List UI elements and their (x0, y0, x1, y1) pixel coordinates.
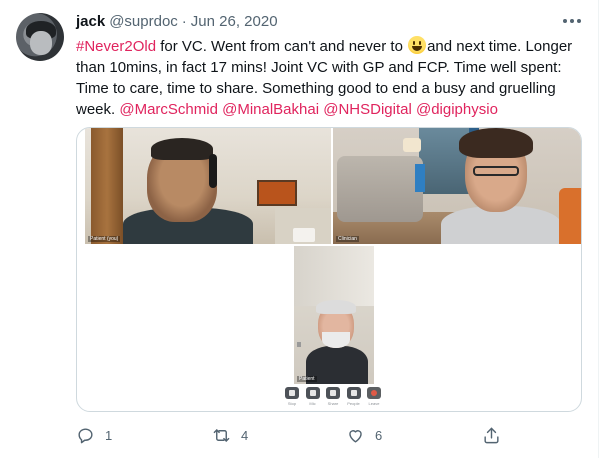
door (91, 128, 123, 244)
cup (293, 228, 315, 242)
control-people: People (346, 387, 361, 409)
participant-beard (322, 332, 350, 348)
hashtag-link[interactable]: #Never2Old (76, 38, 156, 55)
reply-count: 1 (105, 427, 113, 443)
tweet-text-part-1: for VC. Went from can't and never to (156, 38, 408, 55)
share-button[interactable] (482, 423, 501, 447)
grinning-face-emoji-icon (408, 36, 427, 54)
screen-share-icon[interactable] (326, 387, 340, 399)
like-count: 6 (375, 427, 383, 443)
video-tile-clinician: Clinician (333, 128, 581, 244)
participant-hair (151, 138, 213, 160)
tile-label: Patient (297, 376, 317, 382)
mic-icon[interactable] (305, 387, 320, 399)
retweet-count: 4 (241, 427, 249, 443)
people-icon[interactable] (346, 387, 361, 399)
leave-call-icon[interactable] (367, 387, 381, 399)
headset-icon (209, 154, 217, 188)
glasses (473, 166, 519, 176)
author-handle[interactable]: @suprdoc (109, 13, 178, 30)
tweet-actions: 1 4 6 (76, 423, 506, 447)
mention-link[interactable]: @MarcSchmid (119, 101, 218, 118)
wall-picture (257, 180, 297, 206)
mention-link[interactable]: @NHSDigital (323, 101, 412, 118)
control-leave: Leave (367, 387, 381, 409)
tile-label: Clinician (336, 236, 359, 242)
author-name[interactable]: jack (76, 13, 105, 30)
mention-link[interactable]: @digiphysio (416, 101, 498, 118)
retweet-button[interactable]: 4 (212, 423, 248, 447)
blue-bin (415, 164, 425, 192)
call-controls: Stop Mic Share People Leave (285, 387, 381, 409)
like-button[interactable]: 6 (346, 423, 382, 447)
control-share: Share (326, 387, 340, 409)
heart-icon (349, 429, 362, 443)
orange-chair (559, 188, 581, 244)
participant-hair (316, 300, 356, 314)
tile-label: Patient (you) (88, 236, 121, 242)
camera-icon[interactable] (285, 387, 299, 399)
tweet: jack @suprdoc · Jun 26, 2020 #Never2Old … (0, 0, 599, 458)
control-label: Share (327, 401, 339, 406)
wall-socket (297, 342, 301, 347)
control-label: Leave (368, 401, 380, 406)
tweet-date[interactable]: Jun 26, 2020 (191, 13, 278, 30)
control-label: People (347, 401, 360, 406)
reply-icon (78, 427, 93, 443)
video-tile-patient: Patient (294, 246, 374, 384)
reply-button[interactable]: 1 (76, 423, 112, 447)
tweet-header: jack @suprdoc · Jun 26, 2020 (76, 13, 278, 33)
sofa (337, 156, 423, 222)
video-tile-patient-you: Patient (you) (85, 128, 331, 244)
participant-hair (459, 128, 533, 158)
more-options-icon[interactable] (563, 19, 581, 25)
share-icon (484, 427, 499, 443)
header-separator: · (181, 13, 187, 30)
avatar-face (30, 31, 52, 55)
tweet-text: #Never2Old for VC. Went from can't and n… (76, 36, 581, 120)
control-mic: Mic (305, 387, 320, 409)
wall (294, 246, 374, 306)
control-label: Stop (287, 401, 297, 406)
avatar[interactable] (16, 13, 64, 61)
lamp (403, 138, 421, 152)
retweet-icon (213, 428, 230, 442)
control-label: Mic (309, 401, 316, 406)
control-camera: Stop (285, 387, 299, 409)
mention-link[interactable]: @MinalBakhai (222, 101, 319, 118)
tweet-media-image[interactable]: Patient (you) Clinician Patient Stop Mic… (76, 127, 582, 412)
